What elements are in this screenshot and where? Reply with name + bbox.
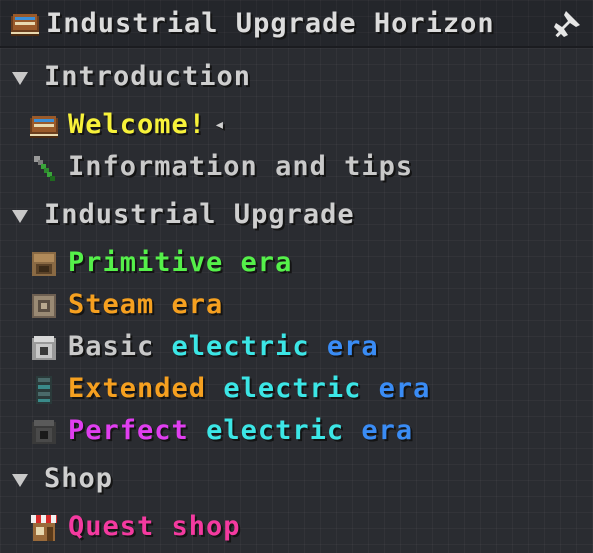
quest-basic-electric-era[interactable]: Basic electric era bbox=[0, 329, 593, 367]
quest-quest-shop[interactable]: Quest shop bbox=[0, 509, 593, 547]
quest-label: Quest shop bbox=[68, 511, 241, 542]
category-introduction[interactable]: Introduction bbox=[0, 59, 593, 97]
wrench-icon bbox=[34, 156, 55, 181]
perfect-machine-icon bbox=[32, 420, 56, 444]
chevron-down-icon bbox=[12, 72, 28, 85]
quest-label: Welcome! ◂ bbox=[68, 109, 226, 140]
book-icon bbox=[30, 116, 58, 138]
chevron-down-icon bbox=[12, 474, 28, 487]
category-shop[interactable]: Shop bbox=[0, 461, 593, 499]
speaker-icon: ◂ bbox=[214, 114, 226, 135]
quest-primitive-era[interactable]: Primitive era bbox=[0, 245, 593, 283]
category-label: Introduction bbox=[44, 61, 252, 92]
category-industrial-upgrade[interactable]: Industrial Upgrade bbox=[0, 197, 593, 235]
quest-extended-electric-era[interactable]: Extended electric era bbox=[0, 371, 593, 409]
page-title: Industrial Upgrade Horizon bbox=[46, 8, 495, 39]
extended-machine-icon bbox=[36, 376, 52, 404]
book-icon bbox=[11, 14, 39, 36]
basic-machine-icon bbox=[32, 336, 56, 360]
quest-label: Extended electric era bbox=[68, 373, 431, 404]
steam-machine-icon bbox=[32, 294, 56, 318]
quest-steam-era[interactable]: Steam era bbox=[0, 287, 593, 325]
quest-label: Steam era bbox=[68, 289, 224, 320]
quest-label: Primitive era bbox=[68, 247, 293, 278]
quest-label: Basic electric era bbox=[68, 331, 379, 362]
primitive-machine-icon bbox=[32, 252, 56, 276]
quest-label: Perfect electric era bbox=[68, 415, 414, 446]
quest-book-panel: Industrial Upgrade Horizon Introduction … bbox=[0, 0, 593, 553]
quest-welcome[interactable]: Welcome! ◂ bbox=[0, 107, 593, 145]
header: Industrial Upgrade Horizon bbox=[0, 0, 593, 48]
quest-information-and-tips[interactable]: Information and tips bbox=[0, 149, 593, 187]
category-label: Shop bbox=[44, 463, 114, 494]
pin-icon[interactable] bbox=[552, 9, 582, 39]
quest-perfect-electric-era[interactable]: Perfect electric era bbox=[0, 413, 593, 451]
chevron-down-icon bbox=[12, 210, 28, 223]
shop-icon bbox=[31, 515, 57, 541]
quest-label: Information and tips bbox=[68, 151, 414, 182]
category-label: Industrial Upgrade bbox=[44, 199, 355, 230]
